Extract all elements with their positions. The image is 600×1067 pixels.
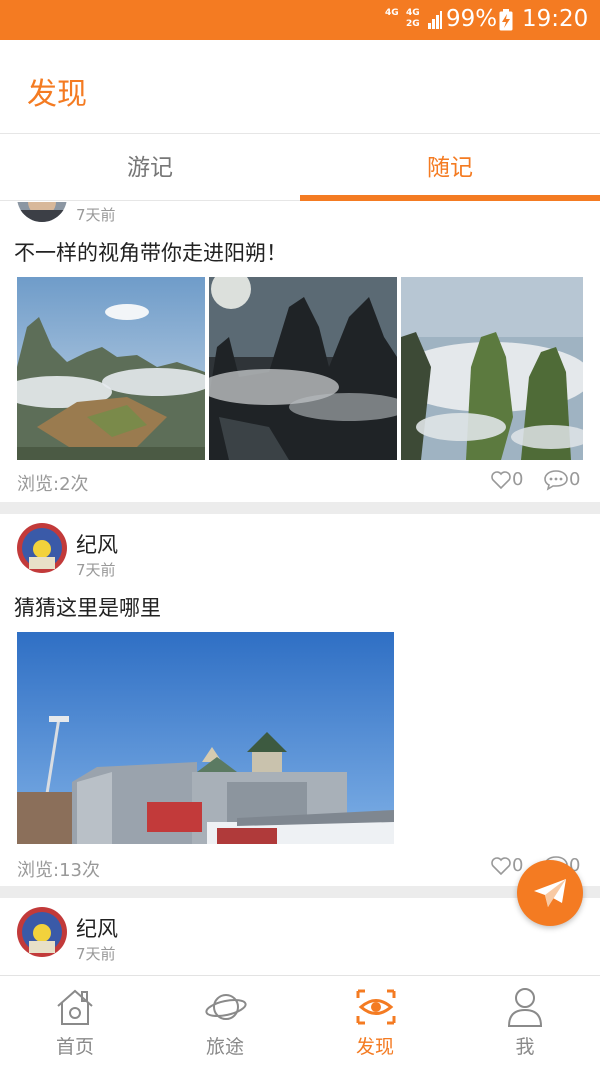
active-tab-indicator xyxy=(300,195,600,201)
paper-plane-icon xyxy=(534,879,566,907)
avatar[interactable] xyxy=(17,523,67,573)
nav-journey-label: 旅途 xyxy=(205,1036,244,1058)
eye-icon xyxy=(356,989,396,1025)
comment-button[interactable]: 0 xyxy=(543,469,580,491)
heart-icon xyxy=(491,471,511,490)
post-time: 7天前 xyxy=(76,945,116,963)
avatar-image xyxy=(17,907,67,957)
nav-discover[interactable]: 发现 xyxy=(300,976,450,1067)
tab-notes[interactable]: 随记 xyxy=(300,135,600,201)
network-indicator-1: 4G xyxy=(385,8,399,19)
karst-silhouette-photo xyxy=(209,277,397,460)
home-icon xyxy=(57,989,93,1025)
nav-me-label: 我 xyxy=(515,1036,535,1058)
network-label-2b: 2G xyxy=(406,19,420,29)
avatar-image xyxy=(17,523,67,573)
post-card[interactable]: 纪风 7天前 xyxy=(0,898,600,975)
post-photo[interactable] xyxy=(209,277,397,460)
post-card[interactable]: 7天前 不一样的视角带你走进阳朔！ 浏览:2次 0 0 xyxy=(0,202,600,502)
app-header: 发现 xyxy=(0,40,600,134)
post-photo[interactable] xyxy=(401,277,583,460)
like-button[interactable]: 0 xyxy=(490,469,523,490)
new-note-button[interactable] xyxy=(517,860,583,926)
network-label-1: 4G xyxy=(385,8,399,18)
person-icon xyxy=(507,988,543,1027)
nav-home[interactable]: 首页 xyxy=(0,976,150,1067)
network-indicator-2: 4G 2G xyxy=(406,8,420,30)
battery-percent: 99% xyxy=(446,6,498,32)
heart-icon xyxy=(491,857,511,876)
comment-icon xyxy=(544,470,568,491)
post-text: 猜猜这里是哪里 xyxy=(14,596,161,620)
avatar[interactable] xyxy=(17,202,67,222)
like-count: 0 xyxy=(512,469,524,490)
view-count: 浏览:13次 xyxy=(17,860,100,881)
avatar-image xyxy=(17,202,67,222)
karst-peaks-photo xyxy=(401,277,583,460)
post-separator xyxy=(0,886,600,898)
like-count: 0 xyxy=(512,855,524,876)
signal-icon xyxy=(428,11,442,29)
battery-charging-icon xyxy=(499,9,513,31)
status-bar: 4G 4G 2G 99% 19:20 xyxy=(0,0,600,40)
nav-discover-label: 发现 xyxy=(355,1036,394,1058)
author-name[interactable]: 纪风 xyxy=(76,529,118,559)
tab-travelogue[interactable]: 游记 xyxy=(0,135,300,201)
post-photo[interactable] xyxy=(17,632,394,844)
clock: 19:20 xyxy=(522,6,589,32)
post-text: 不一样的视角带你走进阳朔！ xyxy=(14,241,287,265)
planet-icon xyxy=(205,994,247,1020)
network-label-2: 4G xyxy=(406,8,420,18)
post-time: 7天前 xyxy=(76,561,116,579)
view-count: 浏览:2次 xyxy=(17,474,89,495)
author-name[interactable]: 纪风 xyxy=(76,913,118,943)
karst-valley-photo xyxy=(17,277,205,460)
post-photo[interactable] xyxy=(17,277,205,460)
nav-home-label: 首页 xyxy=(55,1036,94,1058)
station-building-photo xyxy=(17,632,394,844)
nav-journey[interactable]: 旅途 xyxy=(150,976,300,1067)
tab-bar: 游记 随记 xyxy=(0,135,600,201)
post-separator xyxy=(0,502,600,514)
nav-me[interactable]: 我 xyxy=(450,976,600,1067)
avatar[interactable] xyxy=(17,907,67,957)
feed-list[interactable]: 7天前 不一样的视角带你走进阳朔！ 浏览:2次 0 0 纪风 7天前 猜猜这里是… xyxy=(0,202,600,975)
like-button[interactable]: 0 xyxy=(490,855,523,876)
page-title: 发现 xyxy=(27,77,87,112)
bottom-navigation: 首页 旅途 发现 我 xyxy=(0,975,600,1067)
post-time: 7天前 xyxy=(76,206,116,224)
comment-count: 0 xyxy=(569,469,581,490)
post-card[interactable]: 纪风 7天前 猜猜这里是哪里 浏览:13次 0 0 xyxy=(0,514,600,886)
